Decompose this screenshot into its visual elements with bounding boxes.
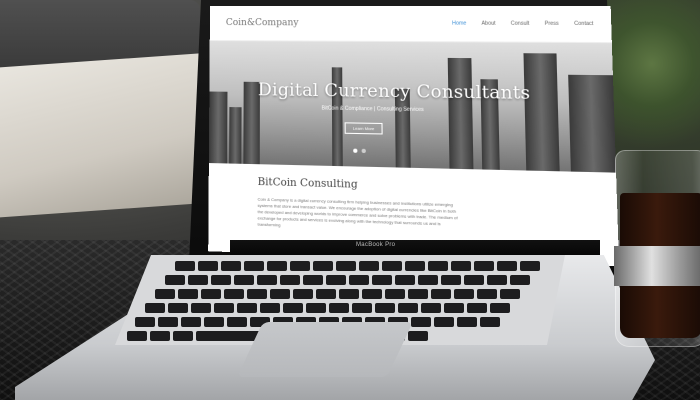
- photo-scene: Coin&Company Home About Consult Press Co…: [0, 0, 700, 400]
- section-title: BitCoin Consulting: [257, 176, 358, 191]
- laptop-screen: Coin&Company Home About Consult Press Co…: [208, 6, 620, 267]
- hero-title: Digital Currency Consultants: [257, 79, 531, 105]
- learn-more-button[interactable]: Learn More: [344, 122, 383, 135]
- key-row: [165, 275, 530, 285]
- hero-banner: Digital Currency Consultants BitCoin & C…: [208, 41, 617, 173]
- carousel-dot[interactable]: [353, 148, 358, 153]
- key-row: [145, 303, 510, 313]
- skyline-building: [208, 91, 228, 164]
- nav-about[interactable]: About: [481, 21, 495, 27]
- skyline-building: [229, 107, 242, 164]
- skyline-building: [447, 57, 474, 170]
- trackpad: [237, 322, 413, 377]
- coffee-glass: [614, 150, 700, 347]
- content-section: BitCoin Consulting Coin & Company is a d…: [208, 163, 618, 240]
- site-logo[interactable]: Coin&Company: [226, 18, 299, 28]
- site-menu: Home About Consult Press Contact: [452, 20, 593, 27]
- site-navbar: Coin&Company Home About Consult Press Co…: [209, 6, 612, 44]
- skyline-building: [568, 74, 617, 173]
- nav-home[interactable]: Home: [452, 20, 466, 26]
- nav-consult[interactable]: Consult: [511, 21, 530, 27]
- carousel-dots: [353, 148, 366, 154]
- laptop-brand-label: MacBook Pro: [356, 242, 396, 248]
- skyline-building: [523, 53, 560, 172]
- nav-contact[interactable]: Contact: [574, 21, 593, 27]
- glass-metal-band: [614, 246, 700, 286]
- key-row: [175, 261, 540, 271]
- key-row: [155, 289, 520, 299]
- section-text: Coin & Company is a digital currency con…: [257, 196, 458, 228]
- carousel-dot[interactable]: [361, 148, 366, 154]
- nav-press[interactable]: Press: [545, 21, 559, 27]
